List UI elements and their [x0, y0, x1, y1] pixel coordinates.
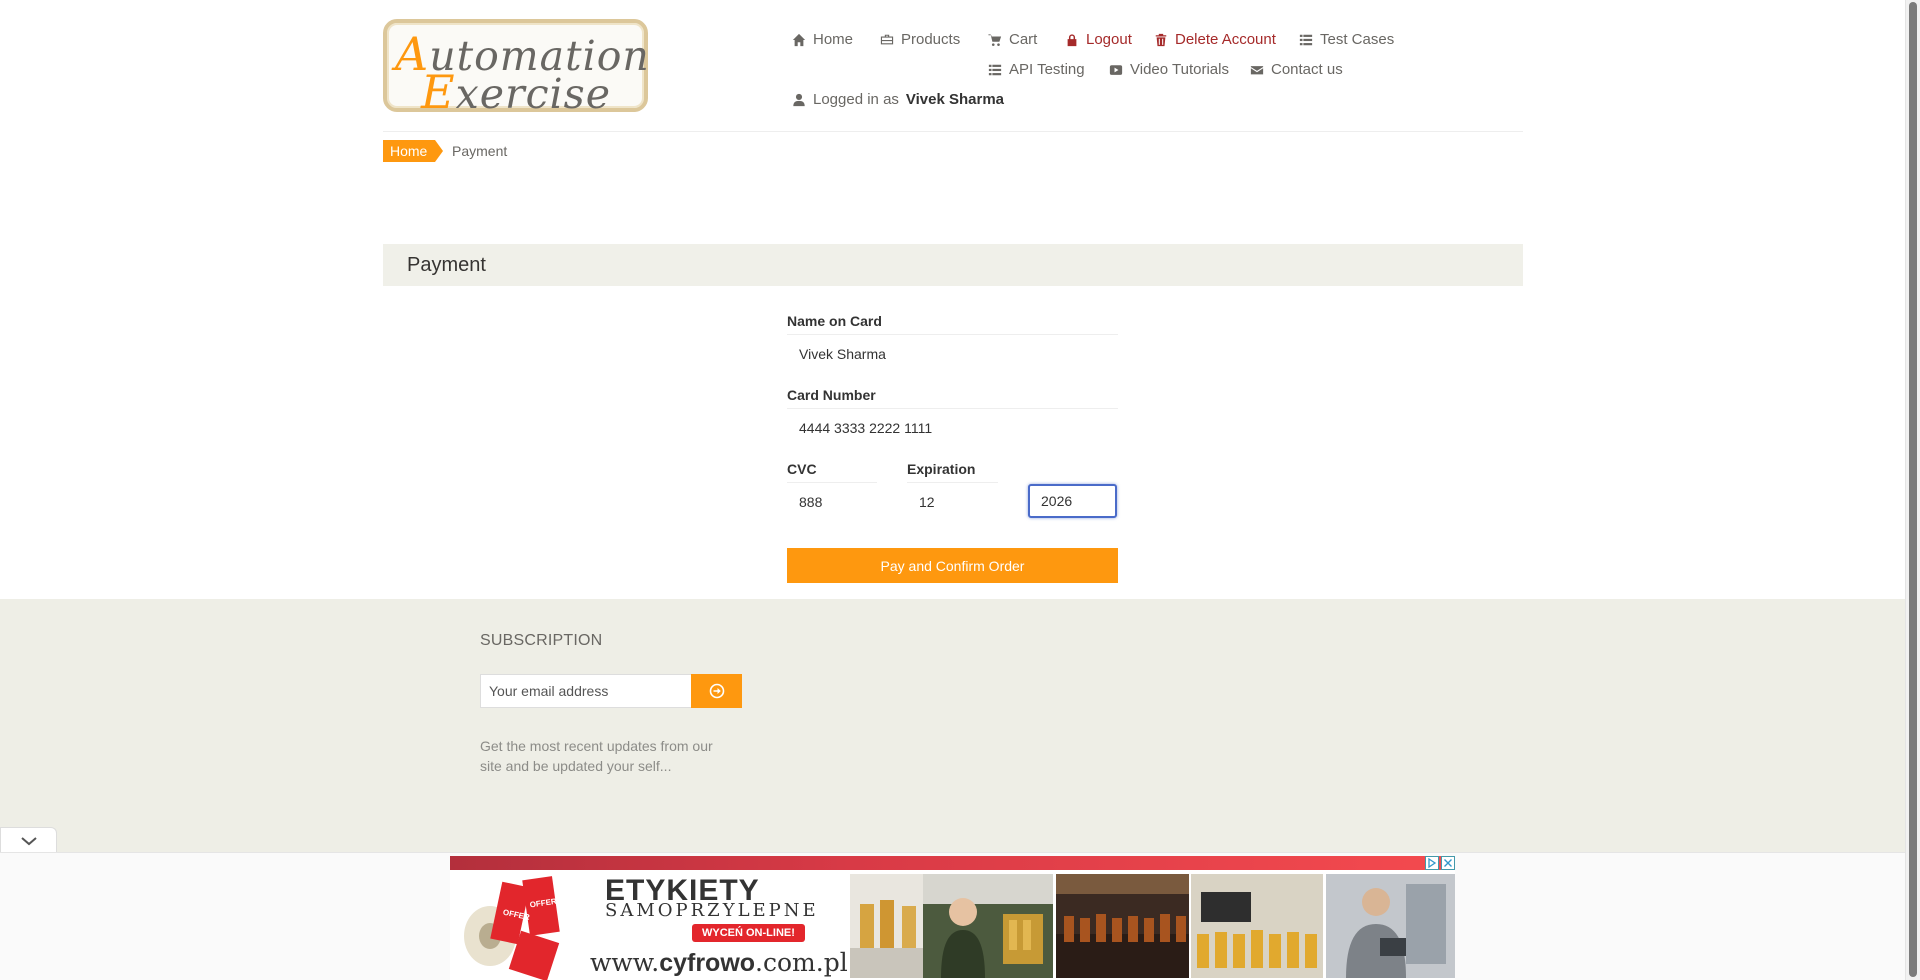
list-icon [988, 64, 1002, 75]
card-number-input[interactable] [787, 408, 1118, 446]
list-icon [1299, 34, 1313, 45]
breadcrumb-current: Payment [452, 143, 508, 159]
ad-choices-icon[interactable] [1425, 856, 1439, 870]
label-rolls-image: OFFER OFFER [464, 876, 564, 980]
logo-line-2: Exercise [421, 65, 611, 119]
nav-api-testing[interactable]: API Testing [988, 61, 1085, 78]
logged-in-status: Logged in as Vivek Sharma [792, 91, 1004, 108]
subscription-title: SUBSCRIPTION [480, 632, 603, 649]
ad-close-icon[interactable] [1441, 856, 1455, 870]
ad-url: www.cyfrowo.com.pl [590, 948, 848, 978]
nav-video-tutorials-label: Video Tutorials [1130, 61, 1229, 78]
banner-ad[interactable]: OFFER OFFER ETYKIETY SAMOPRZYLEPNE WYCEŃ… [450, 856, 1455, 980]
video-icon [1109, 64, 1123, 75]
arrow-circle-right-icon [709, 683, 724, 699]
logged-in-prefix: Logged in as [813, 91, 899, 108]
ad-photo-technician [1326, 874, 1455, 978]
subscription-email-input[interactable] [480, 674, 692, 708]
nav-home[interactable]: Home [792, 31, 853, 48]
subscription-description: Get the most recent updates from our sit… [480, 738, 713, 774]
site-logo[interactable]: Automation Exercise [383, 19, 649, 119]
ad-photo-production-line [1056, 874, 1189, 978]
expiration-year-input[interactable] [1028, 484, 1117, 518]
trash-icon [1155, 33, 1167, 46]
nav-delete-account[interactable]: Delete Account [1154, 31, 1276, 48]
nav-cart[interactable]: Cart [988, 31, 1037, 48]
header-divider [383, 131, 1523, 132]
nav-test-cases[interactable]: Test Cases [1299, 31, 1394, 48]
ad-cta-pill: WYCEŃ ON-LINE! [692, 924, 805, 942]
nav-logout-label: Logout [1086, 31, 1132, 48]
footer-top-divider [0, 598, 1905, 599]
nav-cart-label: Cart [1009, 31, 1038, 48]
page-scrollbar[interactable] [1905, 0, 1920, 980]
ad-url-brand: cyfrowo [659, 949, 756, 977]
home-icon [792, 33, 806, 46]
subscribe-button[interactable] [691, 674, 742, 708]
ad-url-prefix: www. [590, 948, 660, 977]
expiration-label: Expiration [907, 461, 976, 477]
logo-cap-e: E [421, 65, 456, 119]
footer [0, 598, 1905, 858]
payment-heading-bar: Payment [383, 244, 1523, 286]
nav-delete-account-label: Delete Account [1175, 31, 1276, 48]
briefcase-icon [880, 34, 894, 44]
ad-subline: SAMOPRZYLEPNE [605, 900, 819, 921]
nav-contact-us[interactable]: Contact us [1250, 61, 1343, 78]
nav-products-label: Products [901, 31, 961, 48]
cvc-input[interactable] [787, 482, 877, 520]
page-title: Payment [407, 254, 486, 276]
logged-in-username: Vivek Sharma [905, 91, 1005, 108]
nav-products[interactable]: Products [880, 31, 960, 48]
envelope-icon [1250, 65, 1264, 74]
name-on-card-input[interactable] [787, 334, 1118, 372]
nav-test-cases-label: Test Cases [1320, 31, 1395, 48]
ad-top-bar [450, 856, 1455, 870]
cvc-label: CVC [787, 461, 817, 477]
user-icon [793, 93, 805, 106]
nav-contact-us-label: Contact us [1271, 61, 1343, 78]
lock-icon [1067, 33, 1077, 46]
card-number-label: Card Number [787, 387, 876, 403]
ad-collapse-toggle[interactable] [0, 827, 57, 853]
pay-and-confirm-order-button[interactable]: Pay and Confirm Order [787, 548, 1118, 583]
logo-text-2: xercise [455, 70, 611, 118]
nav-video-tutorials[interactable]: Video Tutorials [1109, 61, 1229, 78]
ad-photo-worker [923, 874, 1053, 978]
chevron-down-icon [20, 836, 37, 845]
ad-controls [1425, 856, 1455, 870]
scrollbar-thumb[interactable] [1909, 2, 1917, 977]
nav-home-label: Home [813, 31, 854, 48]
name-on-card-label: Name on Card [787, 313, 882, 329]
nav-logout[interactable]: Logout [1065, 31, 1132, 48]
breadcrumb-home[interactable]: Home [383, 140, 444, 162]
cart-icon [988, 33, 1002, 46]
nav-api-testing-label: API Testing [1009, 61, 1085, 78]
expiration-month-input[interactable] [907, 482, 998, 520]
ad-photo-machinery [1191, 874, 1323, 978]
ad-url-suffix: .com.pl [755, 948, 848, 977]
